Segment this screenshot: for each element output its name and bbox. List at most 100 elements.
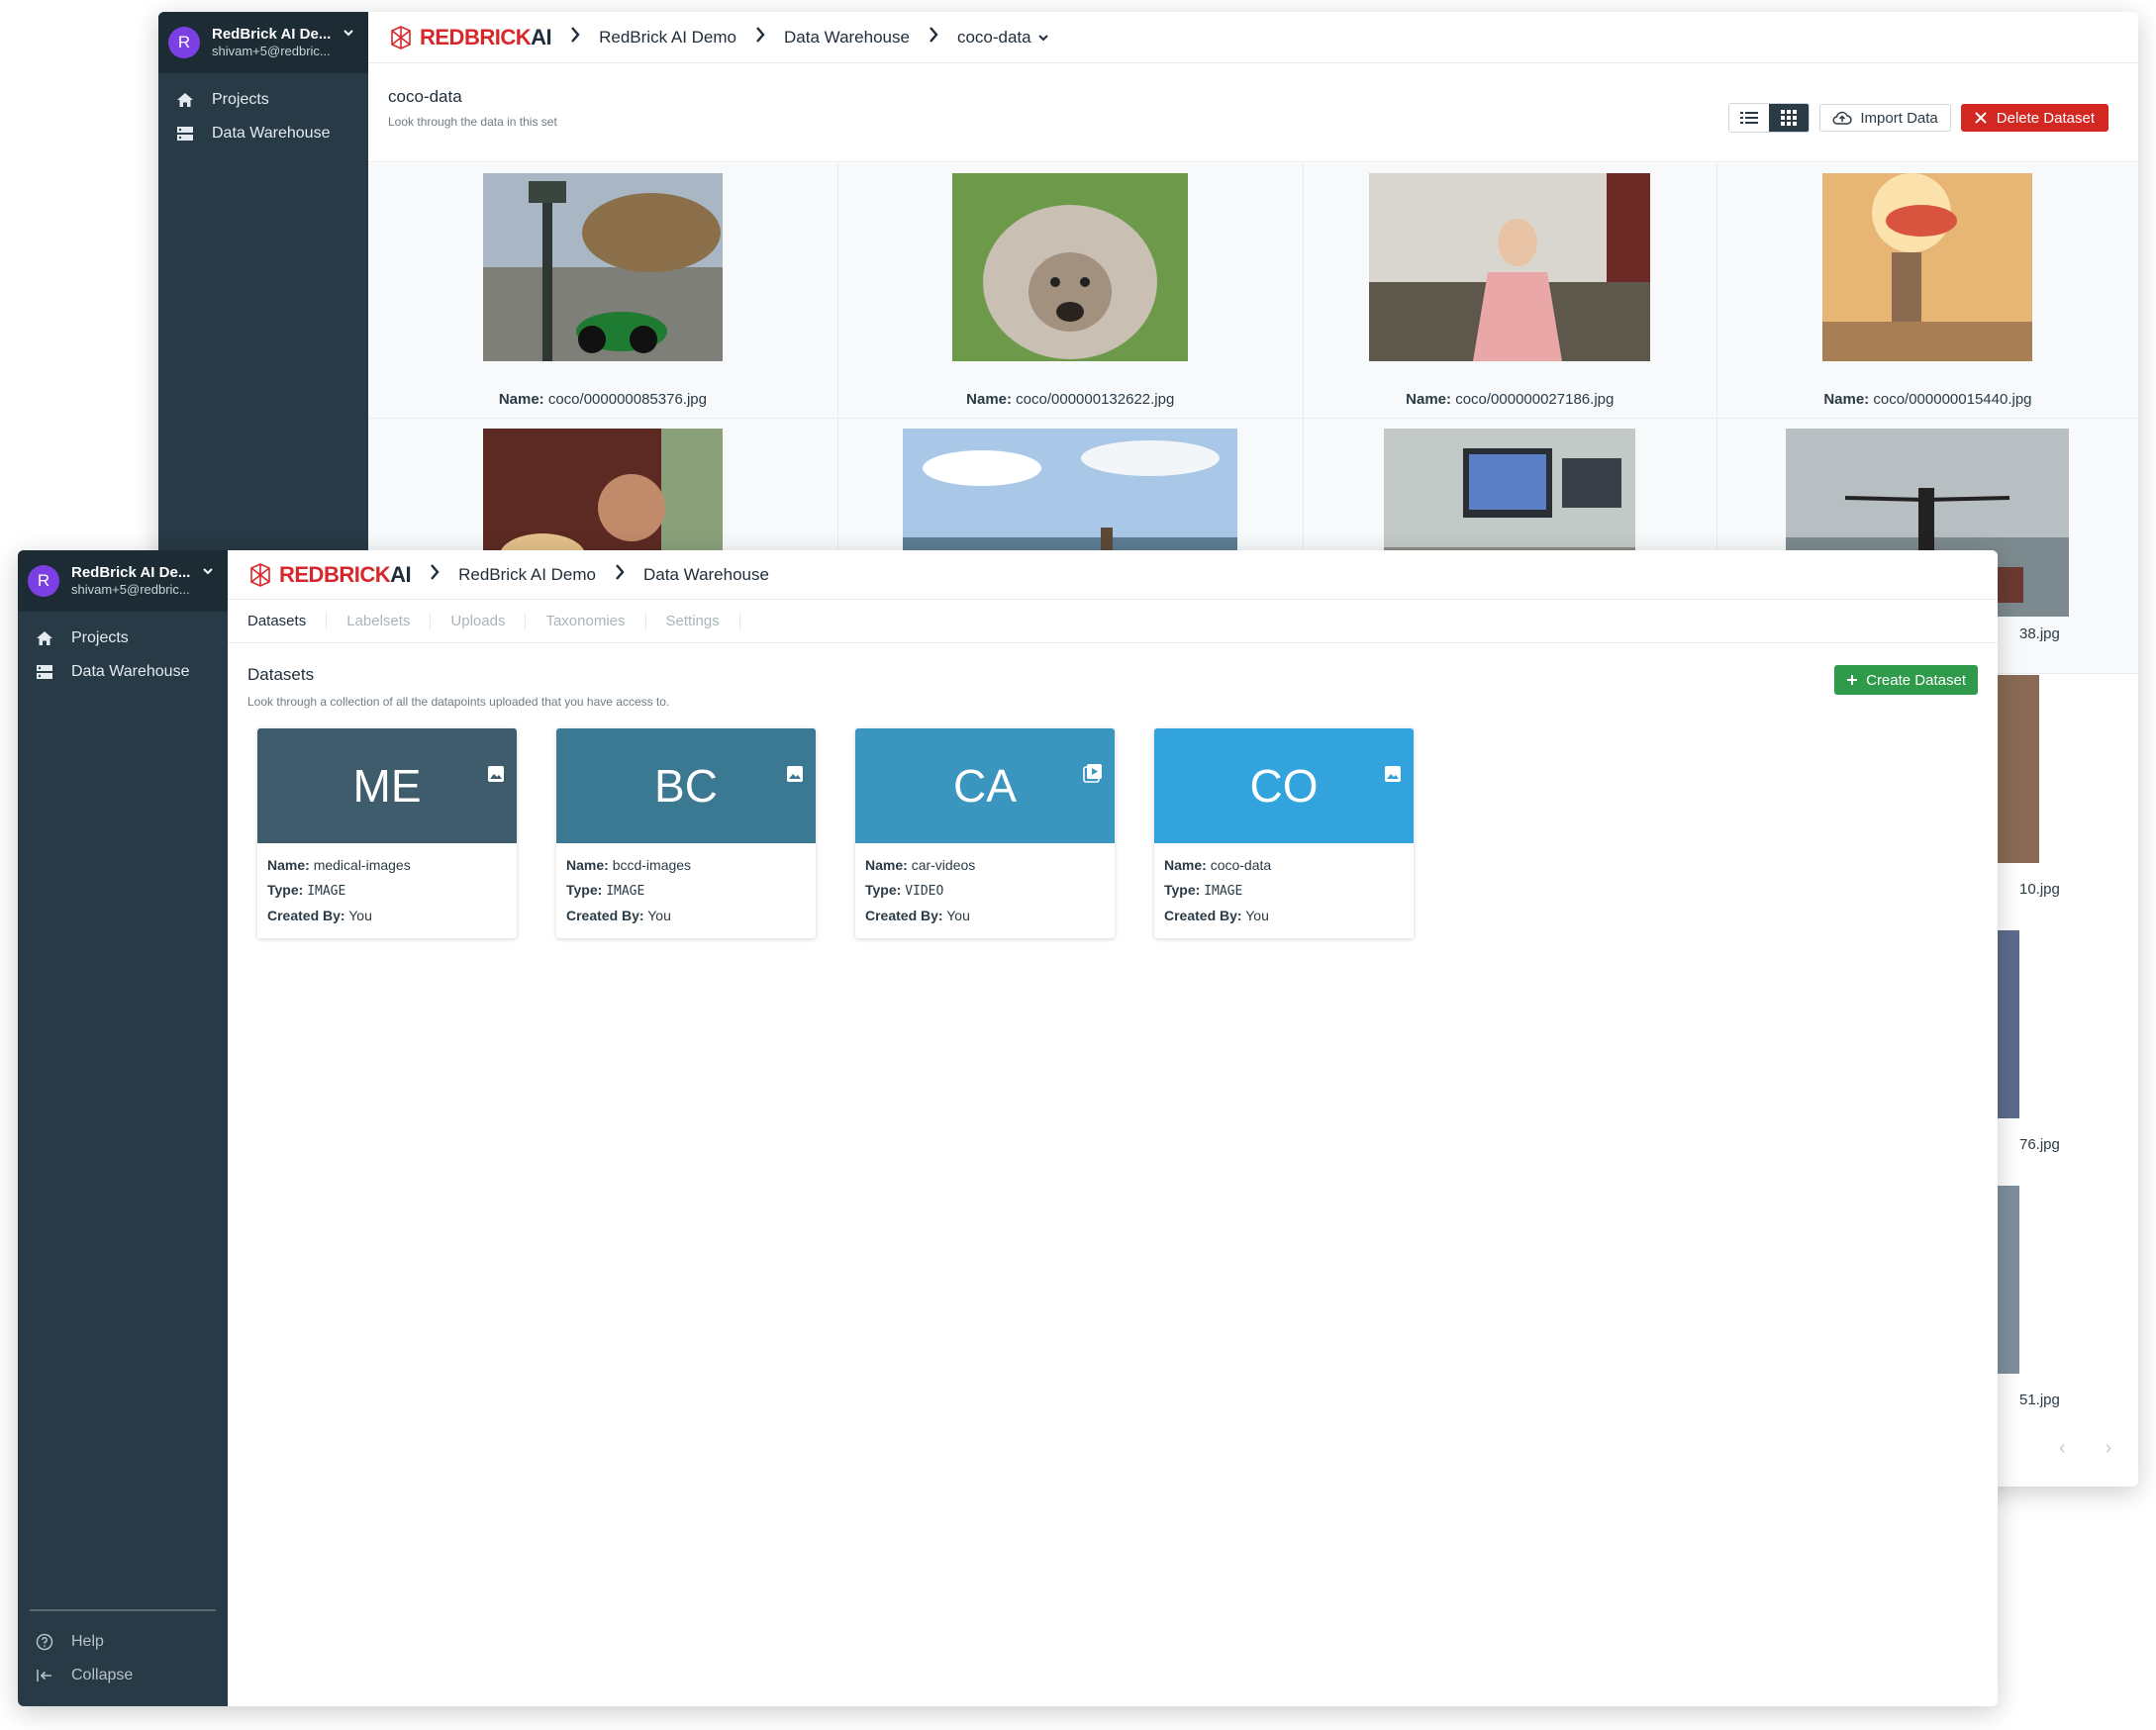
dataset-name: medical-images xyxy=(313,857,411,873)
create-dataset-button[interactable]: Create Dataset xyxy=(1834,665,1978,695)
datasets-header: Datasets Look through a collection of al… xyxy=(228,643,1998,728)
sidebar-item-collapse[interactable]: Collapse xyxy=(18,1659,228,1692)
dataset-type: VIDEO xyxy=(905,884,944,899)
dataset-type: IMAGE xyxy=(1204,884,1243,899)
page-title: Datasets xyxy=(247,665,315,684)
sidebar-item-label: Projects xyxy=(71,629,129,646)
tab-taxonomies[interactable]: Taxonomies xyxy=(526,613,646,629)
dataset-abbreviation: ME xyxy=(352,760,422,812)
sidebar-item-projects[interactable]: Projects xyxy=(158,83,368,117)
avatar: R xyxy=(28,565,59,597)
workspace-name: RedBrick AI De... xyxy=(71,563,191,581)
dataset-card-list: ME Name: medical-images Type: IMAGE Crea… xyxy=(228,728,1998,938)
dataset-created-by: You xyxy=(348,908,372,923)
close-icon xyxy=(1975,112,1987,124)
dataset-abbreviation: CA xyxy=(953,760,1017,812)
dataset-card-car-videos[interactable]: CA Name: car-videos Type: VIDEO Created … xyxy=(855,728,1115,938)
tab-settings[interactable]: Settings xyxy=(646,613,740,629)
workspace-switcher[interactable]: R RedBrick AI De... shivam+5@redbric... xyxy=(18,550,228,612)
sidebar-item-data-warehouse[interactable]: Data Warehouse xyxy=(158,117,368,150)
dataset-abbreviation: CO xyxy=(1249,760,1319,812)
sidebar-item-label: Data Warehouse xyxy=(212,125,331,142)
server-icon xyxy=(36,663,53,681)
logo-suffix: AI xyxy=(531,24,552,49)
plus-icon xyxy=(1847,675,1858,685)
home-icon xyxy=(176,91,194,109)
redbrick-logo[interactable]: REDBRICKAI xyxy=(247,561,412,588)
workspace-name: RedBrick AI De... xyxy=(212,25,332,43)
datapoint-thumbnail xyxy=(482,173,723,361)
delete-dataset-button[interactable]: Delete Dataset xyxy=(1960,104,2108,132)
dataset-card-banner: ME xyxy=(257,728,517,843)
redbrick-logo[interactable]: REDBRICKAI xyxy=(388,24,552,50)
datapoint-card[interactable]: Name: coco/000000132622.jpg xyxy=(837,163,1304,418)
sidebar-item-data-warehouse[interactable]: Data Warehouse xyxy=(18,655,228,689)
name-label: Name: xyxy=(966,391,1012,408)
dataset-abbreviation: BC xyxy=(654,760,718,812)
breadcrumb-project[interactable]: RedBrick AI Demo xyxy=(599,28,736,48)
sidebar-item-label: Data Warehouse xyxy=(71,663,190,680)
dataset-card-banner: BC xyxy=(556,728,816,843)
dataset-type: IMAGE xyxy=(606,884,645,899)
import-data-button[interactable]: Import Data xyxy=(1819,104,1951,132)
name-label: Name: xyxy=(1406,391,1452,408)
breadcrumb-dataset: coco-data xyxy=(956,27,1031,47)
created-by-label: Created By: xyxy=(566,908,644,923)
dataset-name: coco-data xyxy=(1210,857,1272,873)
redbrick-logo-icon xyxy=(250,562,270,587)
collapse-icon xyxy=(36,1667,53,1684)
datapoint-name: 38.jpg xyxy=(2019,625,2060,642)
avatar: R xyxy=(168,27,200,58)
name-label: Name: xyxy=(1823,391,1870,408)
import-data-label: Import Data xyxy=(1860,109,1938,127)
chevron-right-icon xyxy=(754,26,766,48)
type-label: Type: xyxy=(1164,882,1201,898)
chevron-down-icon xyxy=(202,564,214,579)
tab-datasets[interactable]: Datasets xyxy=(247,613,328,629)
dataset-card-medical-images[interactable]: ME Name: medical-images Type: IMAGE Crea… xyxy=(257,728,517,938)
previous-page-icon[interactable]: ‹ xyxy=(2059,1437,2066,1460)
workspace-email: shivam+5@redbric... xyxy=(71,582,190,598)
breadcrumb-dataset-dropdown[interactable]: coco-data xyxy=(957,28,1049,48)
breadcrumb-project[interactable]: RedBrick AI Demo xyxy=(458,565,596,585)
sidebar-item-label: Collapse xyxy=(71,1667,134,1683)
name-label: Name: xyxy=(865,857,908,873)
page-subtitle: Look through a collection of all the dat… xyxy=(247,695,670,709)
name-label: Name: xyxy=(566,857,609,873)
top-bar: REDBRICKAI RedBrick AI Demo Data Warehou… xyxy=(228,550,1998,600)
datapoint-thumbnail xyxy=(1369,173,1651,361)
datapoint-card[interactable]: Name: coco/000000027186.jpg xyxy=(1303,163,1717,418)
tab-labelsets[interactable]: Labelsets xyxy=(327,613,432,629)
sidebar-item-help[interactable]: Help xyxy=(18,1625,228,1659)
image-icon xyxy=(1384,740,1402,794)
data-warehouse-window: R RedBrick AI De... shivam+5@redbric... … xyxy=(18,550,1998,1706)
logo-brand: REDBRICK xyxy=(279,561,391,587)
datapoint-card[interactable]: Name: coco/000000015440.jpg xyxy=(1716,163,2138,418)
breadcrumb-data-warehouse[interactable]: Data Warehouse xyxy=(784,28,910,48)
type-label: Type: xyxy=(566,882,603,898)
logo-suffix: AI xyxy=(390,561,412,587)
sidebar-item-projects[interactable]: Projects xyxy=(18,622,228,655)
tab-uploads[interactable]: Uploads xyxy=(431,613,527,629)
datapoint-thumbnail xyxy=(952,173,1189,361)
chevron-right-icon xyxy=(429,563,441,586)
grid-view-button[interactable] xyxy=(1769,104,1810,132)
dataset-card-bccd-images[interactable]: BC Name: bccd-images Type: IMAGE Created… xyxy=(556,728,816,938)
grid-icon xyxy=(1781,110,1798,126)
chevron-right-icon xyxy=(928,26,939,48)
list-view-button[interactable] xyxy=(1729,104,1770,132)
dataset-card-coco-data[interactable]: CO Name: coco-data Type: IMAGE Created B… xyxy=(1154,728,1414,938)
create-dataset-label: Create Dataset xyxy=(1866,671,1966,689)
datapoint-name: coco/000000085376.jpg xyxy=(547,391,707,408)
name-label: Name: xyxy=(267,857,310,873)
breadcrumb-data-warehouse[interactable]: Data Warehouse xyxy=(643,565,769,585)
delete-dataset-label: Delete Dataset xyxy=(1996,109,2095,127)
pagination: ‹ › xyxy=(2059,1437,2111,1460)
dataset-card-banner: CO xyxy=(1154,728,1414,843)
workspace-switcher[interactable]: R RedBrick AI De... shivam+5@redbric... xyxy=(158,12,368,73)
home-icon xyxy=(36,629,53,647)
next-page-icon[interactable]: › xyxy=(2106,1437,2112,1460)
datapoint-thumbnail xyxy=(1822,173,2033,361)
datapoint-card[interactable]: Name: coco/000000085376.jpg xyxy=(368,163,838,418)
chevron-down-icon xyxy=(343,26,354,41)
